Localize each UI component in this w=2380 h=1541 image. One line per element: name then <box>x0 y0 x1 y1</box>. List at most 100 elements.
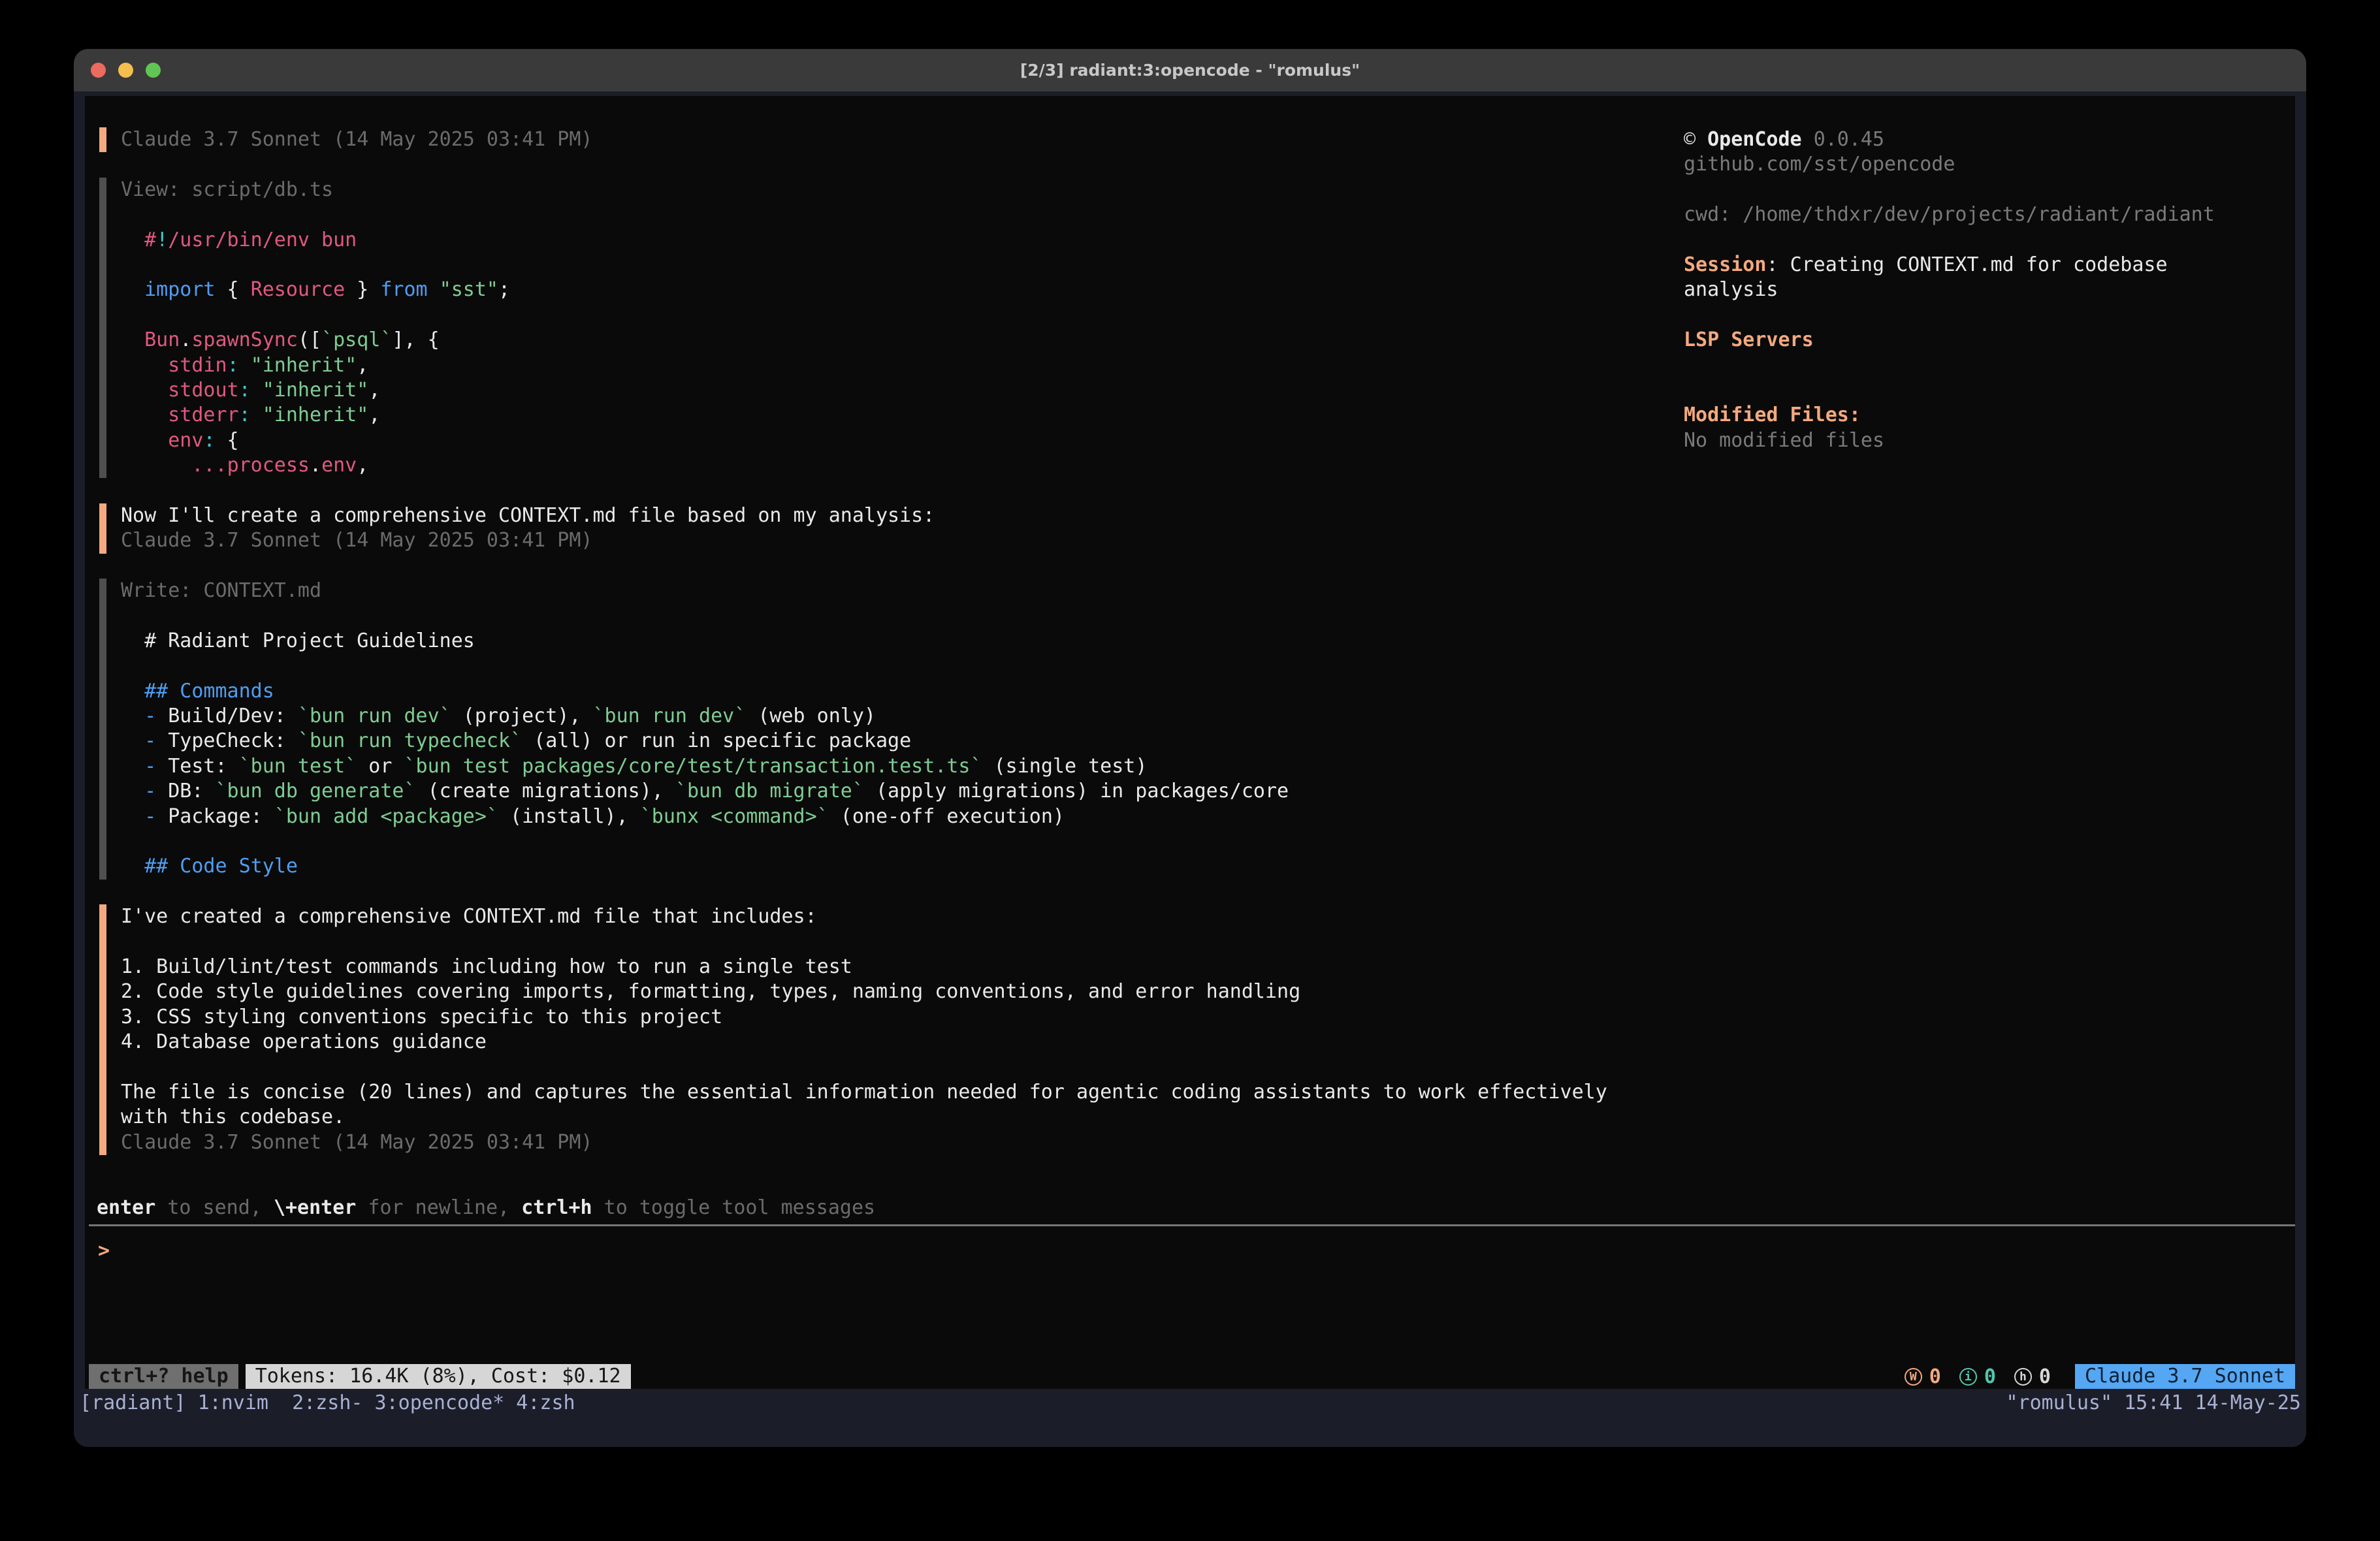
text-segment <box>121 454 191 477</box>
text-segment: "inherit" <box>251 354 357 377</box>
chat-line: - Test: `bun test` or `bun test packages… <box>121 754 1607 779</box>
text-segment: ! <box>156 229 168 251</box>
text-segment: (all) or run in specific package <box>522 729 911 752</box>
chat-line: - Build/Dev: `bun run dev` (project), `b… <box>121 704 1607 729</box>
sidebar-line: github.com/sst/opencode <box>1684 152 2215 177</box>
assistant-message: Now I'll create a comprehensive CONTEXT.… <box>99 503 1607 554</box>
chat-line: stdin: "inherit", <box>121 353 1607 378</box>
text-segment: Resource <box>251 278 346 301</box>
chat-line <box>121 303 1607 328</box>
text-segment: env <box>321 454 357 477</box>
text-segment <box>121 404 168 426</box>
chat-line: env: { <box>121 428 1607 453</box>
text-segment: , <box>368 404 380 426</box>
chat-line: The file is concise (20 lines) and captu… <box>121 1080 1607 1105</box>
text-segment <box>121 379 168 402</box>
tmux-status-bar: [radiant] 1:nvim 2:zsh- 3:opencode* 4:zs… <box>74 1389 2306 1447</box>
text-segment <box>428 278 440 301</box>
text-segment: env <box>168 429 203 452</box>
text-segment: "sst" <box>440 278 498 301</box>
text-segment: ([ <box>298 328 321 351</box>
text-segment: Claude 3.7 Sonnet (14 May 2025 03:41 PM) <box>121 1131 592 1154</box>
warning-count-icon: W <box>1905 1368 1922 1386</box>
close-button[interactable] <box>91 63 106 78</box>
text-segment: Now I'll create a comprehensive CONTEXT.… <box>121 504 935 527</box>
chat-line: Write: CONTEXT.md <box>121 579 1607 603</box>
sidebar-line <box>1684 353 2215 378</box>
text-segment: github.com/sst/opencode <box>1684 153 1955 176</box>
text-segment: ... <box>191 454 227 477</box>
text-segment: DB: <box>156 780 215 802</box>
text-segment <box>121 229 144 251</box>
text-segment: import <box>144 278 215 301</box>
text-segment: Modified Files: <box>1684 404 1861 426</box>
tokens-cost-badge: Tokens: 16.4K (8%), Cost: $0.12 <box>246 1364 631 1389</box>
chat-line: # Radiant Project Guidelines <box>121 629 1607 654</box>
text-segment <box>251 379 263 402</box>
message-input[interactable]: > <box>89 1228 2295 1362</box>
text-segment: from <box>380 278 427 301</box>
text-segment: stdin <box>168 354 227 377</box>
text-segment: , <box>368 379 380 402</box>
sidebar-line <box>1684 228 2215 253</box>
info-count-value: 0 <box>1984 1365 1996 1388</box>
text-segment: (apply migrations) in packages/core <box>864 780 1289 802</box>
text-segment: 1. Build/lint/test commands including ho… <box>121 955 852 978</box>
text-segment <box>121 680 144 703</box>
maximize-button[interactable] <box>146 63 161 78</box>
minimize-button[interactable] <box>118 63 133 78</box>
model-badge[interactable]: Claude 3.7 Sonnet <box>2075 1364 2295 1389</box>
warning-count-value: 0 <box>1929 1365 1941 1388</box>
sidebar-line <box>1684 378 2215 403</box>
text-segment: - <box>144 705 156 727</box>
chat-line <box>121 829 1607 854</box>
text-segment: `psql` <box>321 328 392 351</box>
chat-line: stdout: "inherit", <box>121 378 1607 403</box>
text-segment <box>121 429 168 452</box>
chat-line: 2. Code style guidelines covering import… <box>121 979 1607 1004</box>
assistant-message-header: Claude 3.7 Sonnet (14 May 2025 03:41 PM) <box>99 127 1607 152</box>
text-segment <box>239 354 251 377</box>
text-segment: # Radiant Project Guidelines <box>121 629 475 652</box>
help-badge: ctrl+? help <box>89 1364 238 1389</box>
chat-line: - TypeCheck: `bun run typecheck` (all) o… <box>121 729 1607 754</box>
info-count-badge: i0 <box>1959 1365 1996 1388</box>
desktop: [2/3] radiant:3:opencode - "romulus" Cla… <box>0 0 2380 1541</box>
chat-line <box>121 603 1607 628</box>
hint-count-badge: h0 <box>2014 1365 2051 1388</box>
chat-line: Bun.spawnSync([`psql`], { <box>121 328 1607 353</box>
text-segment <box>121 354 168 377</box>
text-segment <box>121 705 144 727</box>
text-segment: /usr/bin/env bun <box>168 229 357 251</box>
chat-line <box>121 1055 1607 1079</box>
text-segment <box>121 278 144 301</box>
sidebar-line: Session: Creating CONTEXT.md for codebas… <box>1684 253 2215 278</box>
status-bar: ctrl+? help Tokens: 16.4K (8%), Cost: $0… <box>89 1364 2295 1389</box>
text-segment: 4. Database operations guidance <box>121 1030 487 1053</box>
text-segment: (project), <box>451 705 593 727</box>
warning-count-badge: W0 <box>1905 1365 1941 1388</box>
traffic-lights <box>91 49 161 91</box>
text-segment: "inherit" <box>263 404 369 426</box>
input-hints: enter to send, \+enter for newline, ctrl… <box>97 1196 875 1220</box>
text-segment: for newline, <box>356 1196 521 1219</box>
text-segment: (create migrations), <box>416 780 675 802</box>
text-segment: `bun test packages/core/test/transaction… <box>404 755 982 778</box>
text-segment: The file is concise (20 lines) and captu… <box>121 1081 1607 1104</box>
window-titlebar: [2/3] radiant:3:opencode - "romulus" <box>74 49 2306 91</box>
text-segment: : <box>203 429 215 452</box>
chat-line: Claude 3.7 Sonnet (14 May 2025 03:41 PM) <box>121 1130 1607 1155</box>
text-segment: to send, <box>155 1196 274 1219</box>
text-segment: : <box>1766 253 1790 276</box>
text-segment <box>121 780 144 802</box>
text-segment: `bun db migrate` <box>675 780 864 802</box>
text-segment: Build/Dev: <box>156 705 298 727</box>
text-segment: `bun run dev` <box>298 705 451 727</box>
diagnostics-group: W0i0h0 <box>1905 1365 2051 1388</box>
text-segment: Test: <box>156 755 238 778</box>
text-segment: - <box>144 755 156 778</box>
tmux-window-list[interactable]: [radiant] 1:nvim 2:zsh- 3:opencode* 4:zs… <box>80 1391 575 1447</box>
prompt-icon: > <box>89 1228 2295 1263</box>
chat-line <box>121 202 1607 227</box>
text-segment: `bunx <command>` <box>640 805 829 828</box>
